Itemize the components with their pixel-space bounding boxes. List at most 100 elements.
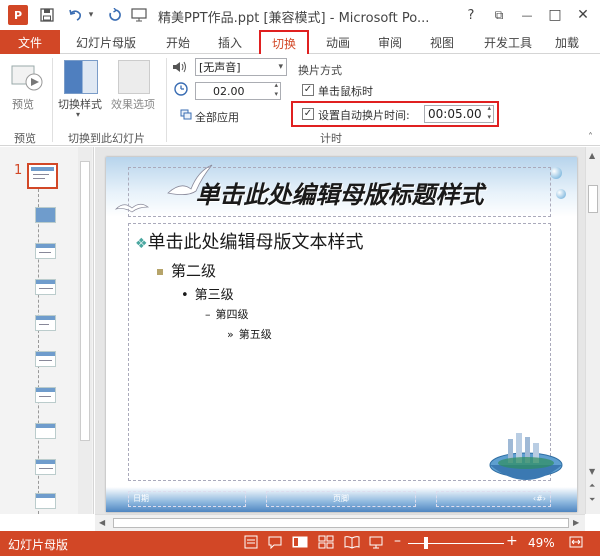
slide-master-canvas[interactable]: 单击此处编辑母版标题样式 ❖单击此处编辑母版文本样式 第二级 • 第三级 – 第四级… bbox=[106, 157, 577, 512]
transition-group-label: 切换到此幻灯片 bbox=[68, 132, 145, 145]
vertical-scroll-thumb[interactable] bbox=[588, 185, 598, 213]
thumbnail-scrollbar[interactable] bbox=[78, 147, 92, 514]
effect-options-label[interactable]: 效果选项 bbox=[111, 96, 155, 112]
tab-file[interactable]: 文件 bbox=[0, 30, 60, 54]
thumbnail-layout[interactable] bbox=[35, 279, 56, 295]
close-button[interactable]: ✕ bbox=[570, 4, 596, 26]
thumbnail-layout[interactable] bbox=[35, 351, 56, 367]
maximize-button[interactable]: □ bbox=[542, 4, 568, 26]
zoom-slider-thumb[interactable] bbox=[424, 537, 428, 549]
preview-label: 预览 bbox=[12, 98, 34, 111]
previous-slide-icon[interactable]: ⏶ bbox=[589, 481, 595, 491]
auto-advance-time-input[interactable]: 00:05.00 ▴ ▾ bbox=[424, 104, 494, 123]
vertical-scrollbar[interactable]: ▲ ▼ ⏶ ⏷ bbox=[585, 147, 600, 514]
status-bar: 幻灯片母版 – + 49% bbox=[0, 531, 600, 556]
title-bar: P ▾ 精美PPT作品.ppt [兼容模式] - Microsoft Po...… bbox=[0, 0, 600, 30]
reading-view-icon[interactable] bbox=[344, 535, 360, 552]
on-mouse-click-label: 单击鼠标时 bbox=[318, 85, 373, 98]
tab-view[interactable]: 视图 bbox=[422, 30, 462, 54]
slide-sorter-icon[interactable] bbox=[318, 535, 334, 552]
slideshow-icon[interactable] bbox=[368, 535, 384, 552]
text-level-1-label: 单击此处编辑母版文本样式 bbox=[147, 232, 364, 253]
sound-dropdown-icon[interactable]: ▾ bbox=[278, 62, 283, 72]
date-placeholder-text: 日期 bbox=[133, 494, 149, 503]
tab-transitions[interactable]: 切换 bbox=[259, 30, 309, 55]
auto-time-spinner-icon[interactable]: ▴ ▾ bbox=[487, 104, 491, 122]
next-slide-icon[interactable]: ⏷ bbox=[589, 495, 595, 505]
transition-style-dropdown-icon[interactable]: ▾ bbox=[76, 110, 80, 119]
effect-options-icon[interactable] bbox=[118, 60, 150, 94]
thumbnail-layout[interactable] bbox=[35, 459, 56, 475]
text-level-1: ❖单击此处编辑母版文本样式 bbox=[135, 228, 364, 254]
help-button[interactable]: ? bbox=[458, 4, 484, 26]
ribbon: 预览 预览 切换样式 ▾ 效果选项 切换到此幻灯片 [无声音] ▾ 02.00 … bbox=[0, 54, 600, 146]
horizontal-scrollbar[interactable]: ◀ ▶ bbox=[95, 514, 585, 531]
tab-developer[interactable]: 开发工具 bbox=[476, 30, 540, 54]
save-icon[interactable] bbox=[38, 6, 56, 24]
collapse-ribbon-icon[interactable]: ˄ bbox=[588, 132, 593, 143]
auto-advance-label: 设置自动换片时间: bbox=[318, 109, 410, 122]
sound-select-value: [无声音] bbox=[199, 61, 241, 74]
powerpoint-app-icon[interactable]: P bbox=[8, 5, 28, 25]
zoom-in-icon[interactable]: + bbox=[506, 533, 518, 549]
duration-spinner-icon[interactable]: ▴ ▾ bbox=[274, 81, 278, 99]
presentation-icon[interactable] bbox=[130, 6, 148, 24]
on-mouse-click-checkbox[interactable]: ✓ bbox=[302, 84, 314, 96]
advance-slide-header: 换片方式 bbox=[298, 64, 342, 77]
tab-addins[interactable]: 加载 bbox=[555, 30, 600, 54]
preview-group-label: 预览 bbox=[14, 132, 36, 145]
text-level-3-label: 第三级 bbox=[194, 288, 234, 303]
thumbnail-layout[interactable] bbox=[35, 493, 56, 509]
apply-all-icon[interactable] bbox=[180, 109, 192, 121]
water-drop-icon bbox=[550, 167, 562, 179]
redo-icon[interactable] bbox=[106, 6, 124, 24]
scroll-down-icon[interactable]: ▼ bbox=[589, 467, 595, 476]
scroll-left-icon[interactable]: ◀ bbox=[99, 518, 105, 527]
sound-select[interactable]: [无声音] ▾ bbox=[195, 58, 287, 76]
undo-icon[interactable] bbox=[66, 6, 84, 24]
diamond-bullet-icon: ❖ bbox=[135, 236, 148, 252]
title-placeholder[interactable]: 单击此处编辑母版标题样式 bbox=[128, 167, 551, 217]
tab-animations[interactable]: 动画 bbox=[318, 30, 358, 54]
preview-icon bbox=[11, 65, 43, 91]
duration-clock-icon bbox=[174, 82, 188, 96]
transition-style-icon[interactable] bbox=[64, 60, 98, 94]
thumbnail-layout[interactable] bbox=[35, 207, 56, 223]
thumbnail-layout[interactable] bbox=[35, 315, 56, 331]
notes-icon[interactable] bbox=[244, 535, 258, 552]
thumbnail-layout[interactable] bbox=[35, 243, 56, 259]
thumbnail-layout[interactable] bbox=[35, 423, 56, 439]
zoom-out-icon[interactable]: – bbox=[394, 533, 401, 549]
date-placeholder[interactable]: 日期 bbox=[128, 491, 246, 507]
scroll-up-icon[interactable]: ▲ bbox=[589, 151, 595, 160]
zoom-slider-track[interactable] bbox=[408, 543, 504, 544]
duration-input[interactable]: 02.00 ▴ ▾ bbox=[195, 81, 281, 100]
preview-button[interactable] bbox=[10, 62, 44, 94]
scroll-right-icon[interactable]: ▶ bbox=[573, 518, 579, 527]
tab-slide-master[interactable]: 幻灯片母版 bbox=[68, 30, 144, 54]
fit-to-window-icon[interactable] bbox=[568, 535, 584, 552]
undo-dropdown-icon[interactable]: ▾ bbox=[86, 6, 96, 24]
chevron-bullet-icon: » bbox=[227, 328, 234, 341]
tab-review[interactable]: 审阅 bbox=[370, 30, 410, 54]
ribbon-display-options-button[interactable]: ⧉ bbox=[486, 4, 512, 26]
footer-placeholder[interactable]: 页脚 bbox=[266, 491, 416, 507]
slide-number-placeholder[interactable]: ‹#› bbox=[436, 491, 551, 507]
slide-number-placeholder-text: ‹#› bbox=[532, 494, 546, 503]
text-level-2: 第二级 bbox=[157, 260, 216, 281]
thumbnail-scroll-thumb[interactable] bbox=[80, 161, 90, 441]
comments-icon[interactable] bbox=[268, 535, 282, 552]
square-bullet-icon bbox=[157, 268, 163, 275]
minimize-button[interactable]: — bbox=[514, 4, 540, 26]
zoom-level[interactable]: 49% bbox=[528, 536, 555, 550]
normal-view-icon[interactable] bbox=[292, 535, 308, 552]
apply-all-button[interactable]: 全部应用 bbox=[195, 109, 239, 125]
thumbnail-layout[interactable] bbox=[35, 387, 56, 403]
tab-home[interactable]: 开始 bbox=[158, 30, 198, 54]
text-level-4-label: 第四级 bbox=[215, 308, 249, 321]
thumbnail-master-selected[interactable] bbox=[27, 163, 58, 189]
horizontal-scroll-thumb[interactable] bbox=[113, 518, 569, 528]
tab-insert[interactable]: 插入 bbox=[210, 30, 250, 54]
auto-advance-checkbox[interactable]: ✓ bbox=[302, 108, 314, 120]
master-title-text: 单击此处编辑母版标题样式 bbox=[195, 180, 484, 209]
